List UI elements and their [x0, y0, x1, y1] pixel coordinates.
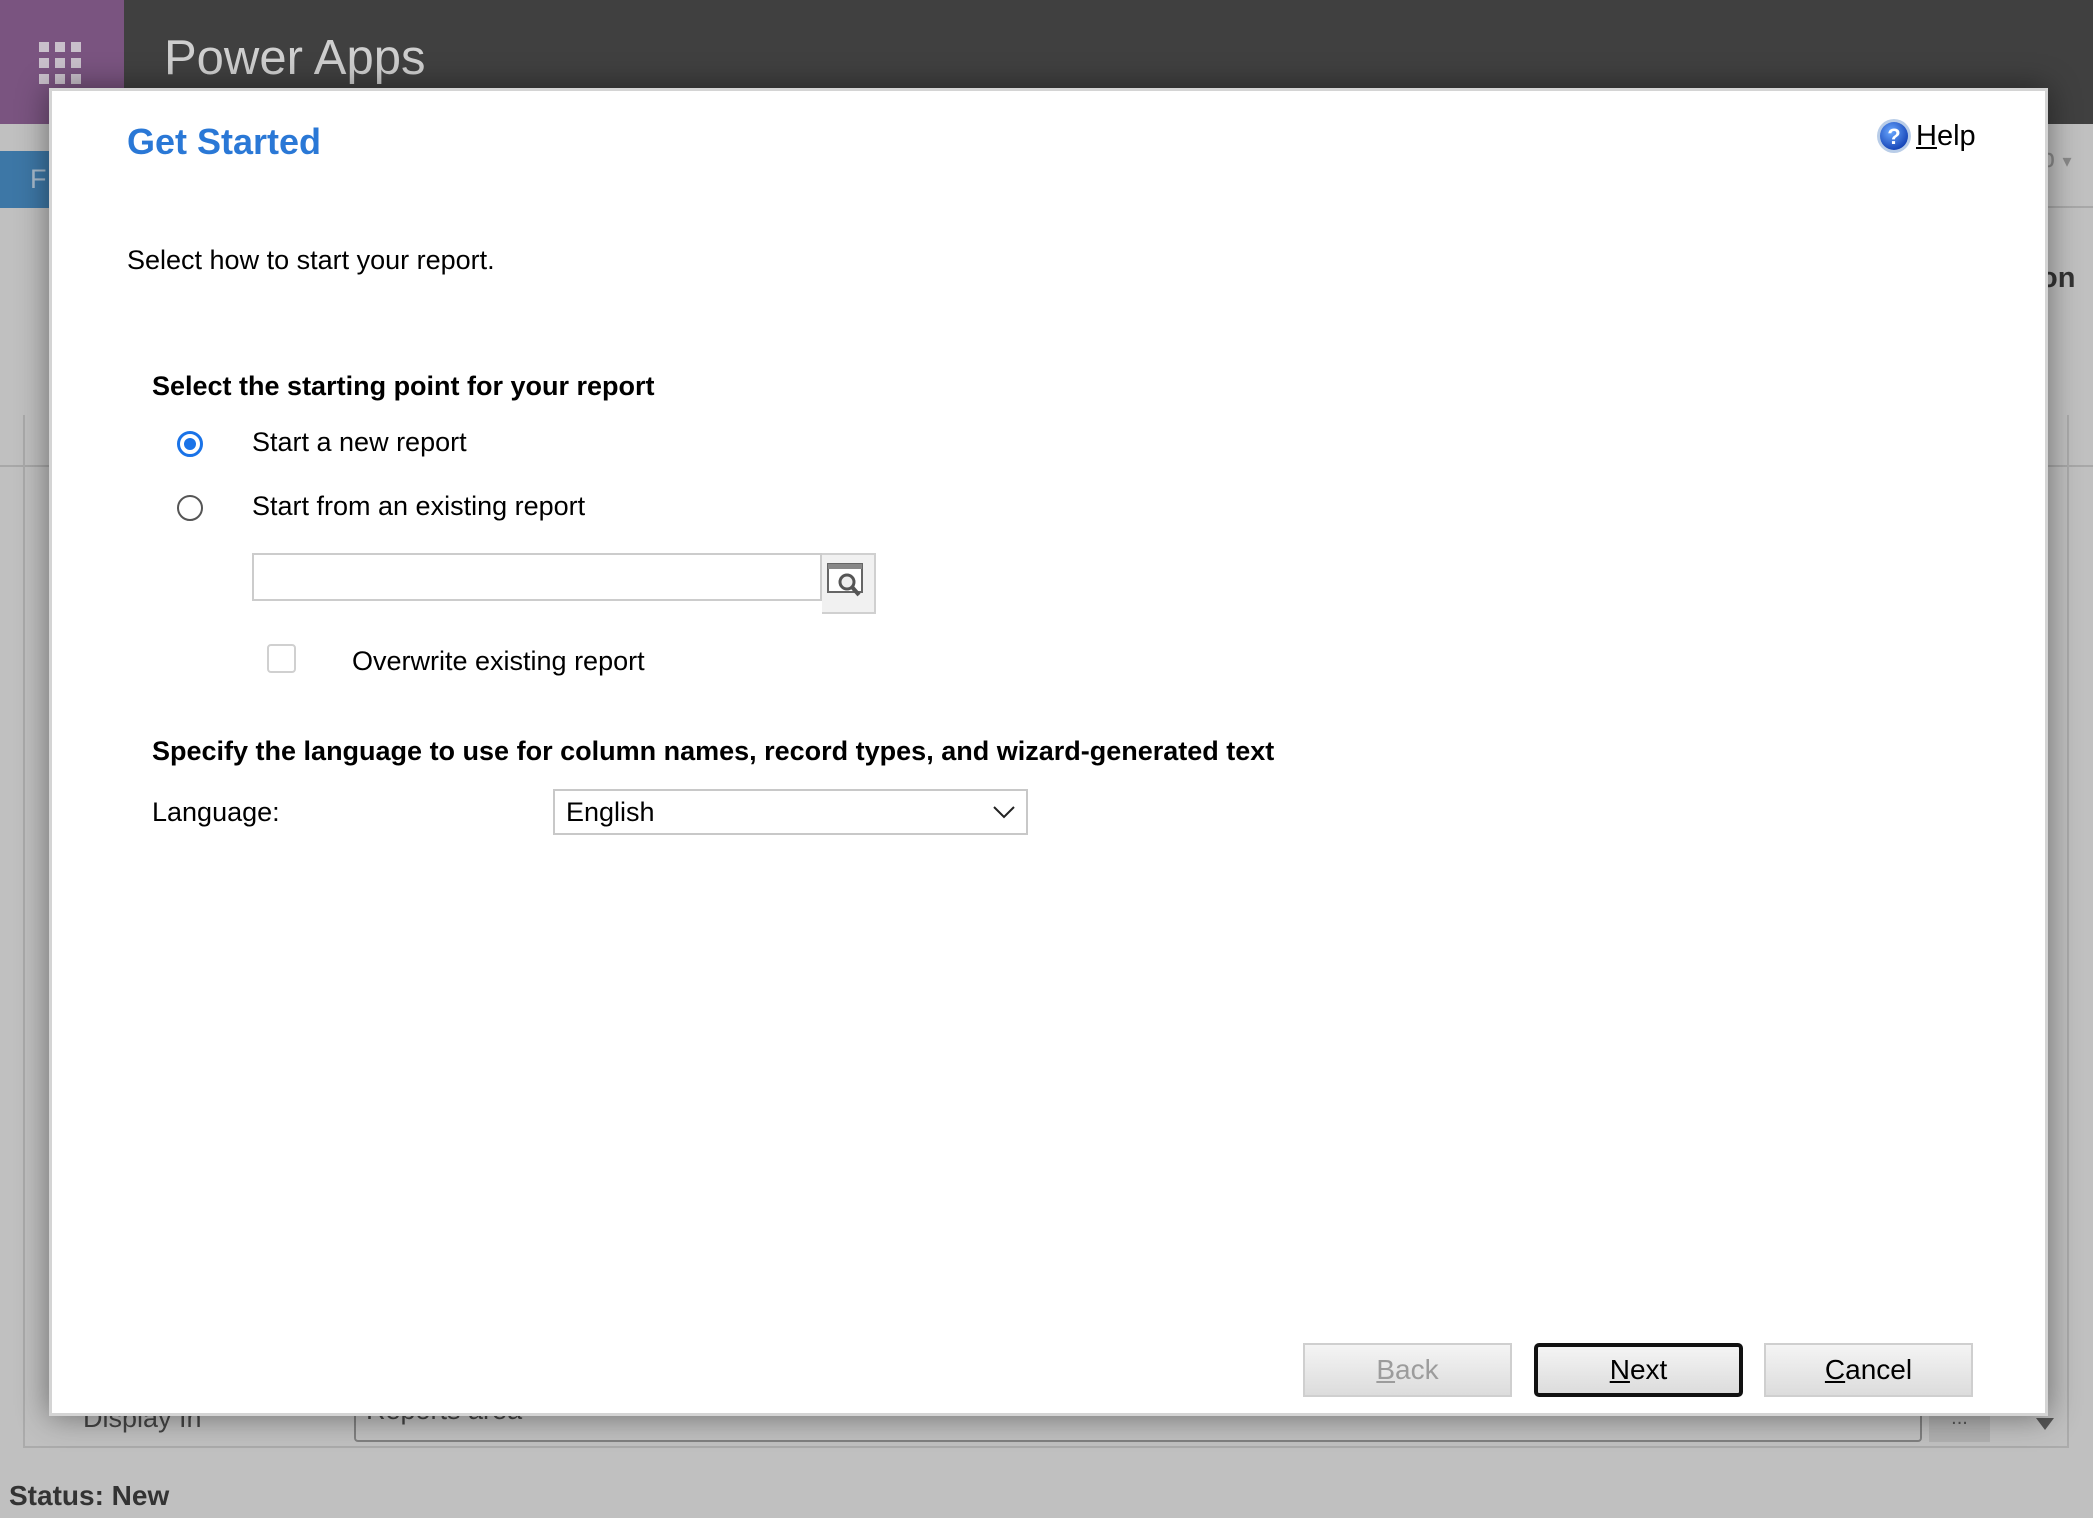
- radio-existing-report-label[interactable]: Start from an existing report: [252, 491, 585, 522]
- dialog-title: Get Started: [127, 121, 322, 162]
- scroll-down-icon: [2036, 1418, 2054, 1430]
- existing-report-input[interactable]: [252, 553, 822, 601]
- status-text: Status: New: [9, 1480, 170, 1511]
- language-heading: Specify the language to use for column n…: [152, 736, 1275, 766]
- overwrite-label[interactable]: Overwrite existing report: [352, 646, 645, 677]
- radio-existing-report[interactable]: [177, 495, 203, 521]
- app-launcher-icon: [39, 42, 81, 84]
- language-label: Language:: [152, 797, 280, 827]
- svg-text:?: ?: [1887, 124, 1900, 149]
- divider: [2048, 206, 2093, 208]
- help-link[interactable]: ? Help: [1876, 118, 1976, 154]
- overwrite-checkbox[interactable]: [267, 644, 296, 673]
- next-button[interactable]: Next: [1534, 1343, 1743, 1397]
- radio-new-report-label[interactable]: Start a new report: [252, 427, 467, 458]
- help-label: Help: [1916, 119, 1976, 152]
- get-started-dialog: Get Started ? Help Select how to start y…: [49, 88, 2048, 1416]
- help-question-icon: ?: [1877, 119, 1911, 153]
- radio-new-report[interactable]: [177, 431, 203, 457]
- cancel-button[interactable]: Cancel: [1764, 1343, 1973, 1397]
- intro-text: Select how to start your report.: [127, 245, 495, 275]
- language-value: English: [566, 797, 655, 827]
- lookup-button[interactable]: [822, 553, 876, 614]
- language-select[interactable]: English: [553, 789, 1028, 835]
- starting-point-heading: Select the starting point for your repor…: [152, 371, 655, 401]
- back-button[interactable]: Back: [1303, 1343, 1512, 1397]
- chevron-down-icon: [993, 806, 1015, 819]
- app-title: Power Apps: [164, 31, 426, 85]
- lookup-icon: [827, 563, 863, 597]
